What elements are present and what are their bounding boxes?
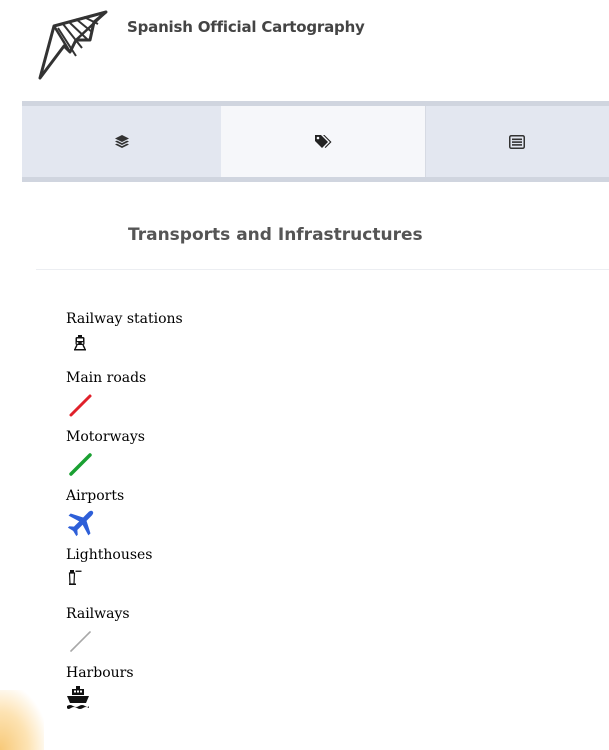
app-header: Spanish Official Cartography: [0, 0, 609, 98]
legend-item-harbours: Harbours: [66, 665, 366, 724]
app-title: Spanish Official Cartography: [127, 18, 365, 36]
tags-icon: [315, 134, 332, 148]
layers-icon: [114, 134, 129, 148]
tab-list[interactable]: [425, 106, 609, 177]
legend-item-lighthouses: Lighthouses: [66, 547, 366, 606]
legend-item-railways: Railways: [66, 606, 366, 665]
legend-item-main-roads: Main roads: [66, 370, 366, 429]
legend-label: Lighthouses: [66, 547, 153, 563]
tab-layers[interactable]: [22, 106, 221, 177]
train-icon: [74, 335, 86, 351]
legend-label: Railway stations: [66, 311, 183, 327]
panel-header: Transports and Infrastructures: [36, 198, 609, 270]
panel-title: Transports and Infrastructures: [128, 225, 423, 245]
decorative-corner: [0, 690, 44, 750]
line-red-icon: [69, 394, 92, 417]
legend-label: Main roads: [66, 370, 147, 386]
legend-label: Railways: [66, 606, 130, 622]
line-gray-icon: [70, 631, 91, 652]
lighthouse-icon: [68, 570, 82, 585]
airplane-icon: [67, 510, 94, 537]
legend-label: Harbours: [66, 665, 134, 681]
tab-legend[interactable]: [221, 106, 425, 177]
list-icon: [509, 134, 525, 149]
paper-plane-logo-icon: [38, 10, 108, 80]
legend-item-motorways: Motorways: [66, 429, 366, 488]
legend-label: Airports: [66, 488, 125, 504]
line-green-icon: [69, 453, 92, 476]
ship-icon: [67, 686, 89, 709]
legend-label: Motorways: [66, 429, 145, 445]
legend-item-airports: Airports: [66, 488, 366, 547]
tab-bar: [22, 101, 609, 182]
legend-item-railway-stations: Railway stations: [66, 311, 366, 370]
legend-list: Railway stations Main roads Motorways Ai…: [66, 311, 366, 724]
